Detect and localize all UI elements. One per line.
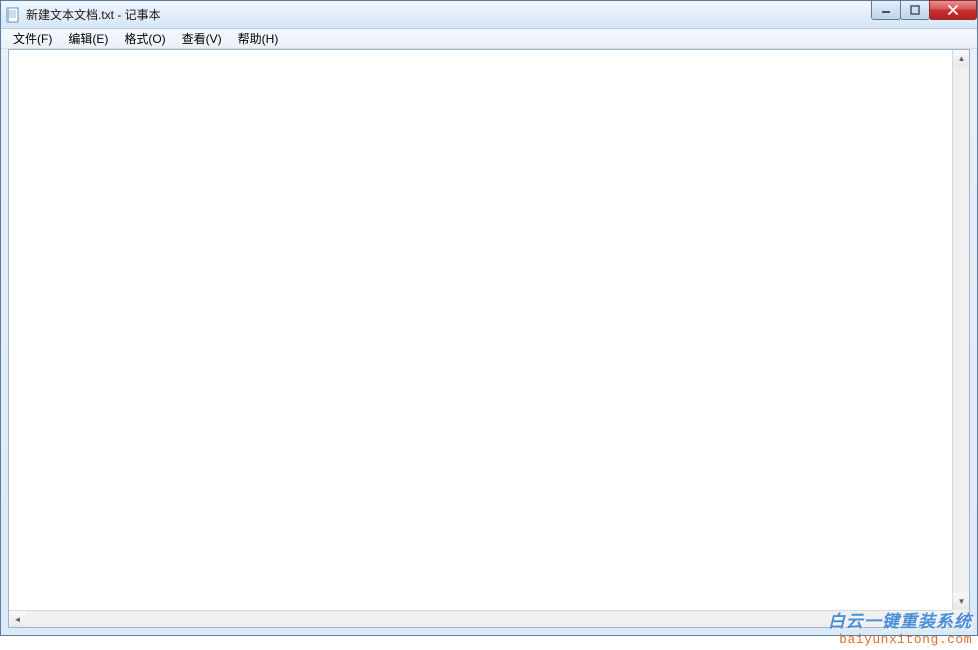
chevron-up-icon: ▲ [958,54,966,63]
scroll-corner [952,610,969,627]
scroll-up-arrow-icon[interactable]: ▲ [953,50,969,67]
titlebar[interactable]: 新建文本文档.txt - 记事本 [1,1,977,29]
maximize-button[interactable] [900,0,930,20]
window-title: 新建文本文档.txt - 记事本 [26,6,973,23]
menu-format[interactable]: 格式(O) [116,28,173,49]
content-area: ▲ ▼ ◄ ► [8,49,970,628]
menu-edit[interactable]: 编辑(E) [60,28,116,49]
text-editor[interactable] [9,50,952,627]
scroll-left-arrow-icon[interactable]: ◄ [9,611,26,627]
notepad-window: 新建文本文档.txt - 记事本 文件(F) 编辑(E) 格式(O) 查看(V)… [0,0,978,636]
menu-file[interactable]: 文件(F) [5,28,60,49]
window-controls [872,0,977,20]
scroll-right-arrow-icon[interactable]: ► [935,611,952,627]
horizontal-scrollbar[interactable]: ◄ ► [9,610,952,627]
menu-view[interactable]: 查看(V) [174,28,230,49]
chevron-down-icon: ▼ [958,597,966,606]
chevron-right-icon: ► [940,615,948,624]
chevron-left-icon: ◄ [14,615,22,624]
text-area-wrapper: ▲ ▼ ◄ ► [9,50,969,627]
scroll-down-arrow-icon[interactable]: ▼ [953,593,969,610]
notepad-icon [5,7,21,23]
vertical-scrollbar[interactable]: ▲ ▼ [952,50,969,610]
minimize-button[interactable] [871,0,901,20]
menubar: 文件(F) 编辑(E) 格式(O) 查看(V) 帮助(H) [1,29,977,49]
menu-help[interactable]: 帮助(H) [230,28,287,49]
close-button[interactable] [929,0,977,20]
